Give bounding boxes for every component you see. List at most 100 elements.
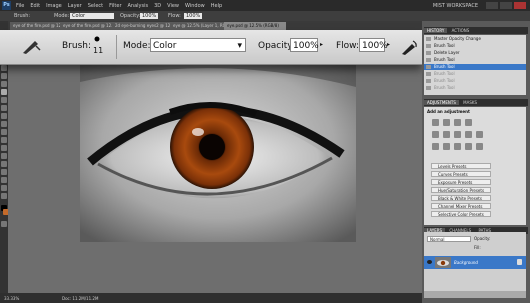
layer-name: Background — [454, 260, 478, 265]
exposure-icon[interactable] — [465, 119, 472, 126]
brightness-contrast-icon[interactable] — [432, 119, 439, 126]
photo-filter-icon[interactable] — [476, 131, 483, 138]
blur-tool-icon[interactable] — [1, 129, 7, 135]
options-opacity-field[interactable]: 100% — [140, 13, 159, 19]
type-tool-icon[interactable] — [1, 153, 7, 159]
black-white-icon[interactable] — [465, 131, 472, 138]
history-brush-tool-icon[interactable] — [1, 105, 7, 111]
history-item[interactable]: Brush Tool — [424, 71, 526, 77]
pen-tool-icon[interactable] — [1, 145, 7, 151]
selective-color-icon[interactable] — [476, 143, 483, 150]
vibrance-icon[interactable] — [432, 131, 439, 138]
history-item-active[interactable]: Brush Tool — [424, 64, 526, 70]
preset-black-white[interactable]: Black & White Presets — [431, 195, 491, 201]
gradient-tool-icon[interactable] — [1, 121, 7, 127]
gradient-map-icon[interactable] — [465, 143, 472, 150]
menu-help[interactable]: Help — [211, 3, 222, 9]
preset-selective-color[interactable]: Selective Color Presets — [431, 211, 491, 217]
hand-tool-icon[interactable] — [1, 185, 7, 191]
tab-history[interactable]: HISTORY — [424, 28, 448, 33]
brush-size-value[interactable]: 11 — [93, 46, 103, 55]
maximize-button[interactable] — [500, 2, 512, 9]
options-opacity-label: Opacity: — [120, 13, 141, 19]
threshold-icon[interactable] — [454, 143, 461, 150]
menu-layer[interactable]: Layer — [68, 3, 82, 9]
history-panel: Master Opacity Change Brush Tool Delete … — [424, 35, 526, 95]
tab-document-1[interactable]: eye of the fire.psd @ 12.5% (RGB/8) — [10, 22, 64, 30]
airbrush-icon[interactable] — [400, 38, 418, 56]
tab-actions[interactable]: ACTIONS — [449, 28, 473, 33]
path-select-tool-icon[interactable] — [1, 161, 7, 167]
menu-analysis[interactable]: Analysis — [128, 3, 149, 9]
history-item[interactable]: Brush Tool — [424, 78, 526, 84]
menu-view[interactable]: View — [167, 3, 179, 9]
menu-3d[interactable]: 3D — [154, 3, 161, 9]
opacity-dropdown-icon[interactable]: ▸ — [320, 41, 323, 48]
history-step-icon — [426, 65, 431, 69]
menu-select[interactable]: Select — [88, 3, 103, 9]
preset-channel-mixer[interactable]: Channel Mixer Presets — [431, 203, 491, 209]
brush-tool-icon[interactable] — [1, 89, 7, 95]
layer-thumbnail — [435, 257, 451, 268]
tab-document-5[interactable]: eye.psd @ 12.5% (RGB/8) — [224, 22, 286, 30]
3d-rotate-tool-icon[interactable] — [1, 177, 7, 183]
tab-masks[interactable]: MASKS — [460, 100, 480, 105]
brush-tip-icon[interactable] — [94, 36, 100, 42]
mode-select[interactable]: Color ▾ — [150, 38, 246, 52]
eyedropper-tool-icon[interactable] — [1, 73, 7, 79]
dodge-tool-icon[interactable] — [1, 137, 7, 143]
history-item[interactable]: Brush Tool — [424, 43, 526, 49]
tab-adjustments[interactable]: ADJUSTMENTS — [424, 100, 459, 105]
brush-preset-icon[interactable] — [20, 38, 42, 56]
curves-icon[interactable] — [454, 119, 461, 126]
tab-document-2[interactable]: eye of the fire.psd @ 12.5% (RGB/8) — [60, 22, 116, 30]
history-step-icon — [426, 86, 431, 90]
flow-value: 100% — [362, 41, 388, 51]
menu-bar: Ps File Edit Image Layer Select Filter A… — [0, 0, 530, 11]
canvas-image[interactable] — [80, 62, 356, 242]
menu-image[interactable]: Image — [46, 3, 62, 9]
posterize-icon[interactable] — [443, 143, 450, 150]
minimize-button[interactable] — [486, 2, 498, 9]
healing-tool-icon[interactable] — [1, 81, 7, 87]
layer-fill-label: Fill: — [474, 245, 481, 250]
tab-document-4[interactable]: eye @ 12.5% (Layer 1, RGB/8) — [170, 22, 228, 30]
history-item[interactable]: Brush Tool — [424, 57, 526, 63]
preset-hue-saturation[interactable]: Hue/Saturation Presets — [431, 187, 491, 193]
zoom-tool-icon[interactable] — [1, 193, 7, 199]
eraser-tool-icon[interactable] — [1, 113, 7, 119]
quick-mask-icon[interactable] — [1, 221, 7, 227]
shape-tool-icon[interactable] — [1, 169, 7, 175]
levels-icon[interactable] — [443, 119, 450, 126]
flow-dropdown-icon[interactable]: ▸ — [387, 41, 390, 48]
zoom-level[interactable]: 33.33% — [4, 296, 19, 301]
menu-filter[interactable]: Filter — [109, 3, 121, 9]
menu-window[interactable]: Window — [185, 3, 205, 9]
options-flow-field[interactable]: 100% — [184, 13, 203, 19]
history-step-icon — [426, 79, 431, 83]
color-balance-icon[interactable] — [454, 131, 461, 138]
menu-edit[interactable]: Edit — [30, 3, 40, 9]
blend-mode-select[interactable]: Normal — [427, 236, 471, 242]
tab-document-3[interactable]: 2d eye-burning eyes2 @ 12.5% (RGB/8) — [112, 22, 174, 30]
preset-exposure[interactable]: Exposure Presets — [431, 179, 491, 185]
visibility-eye-icon[interactable] — [427, 260, 432, 264]
close-button[interactable] — [514, 2, 526, 9]
workspace-switcher[interactable]: MIST WORKSPACE — [433, 3, 478, 9]
preset-curves[interactable]: Curves Presets — [431, 171, 491, 177]
app-logo: Ps — [2, 1, 11, 10]
crop-tool-icon[interactable] — [1, 65, 7, 71]
opacity-field[interactable]: 100% — [290, 38, 319, 52]
hue-saturation-icon[interactable] — [443, 131, 450, 138]
flow-field[interactable]: 100% — [359, 38, 388, 52]
options-mode-select[interactable]: Color — [70, 13, 114, 19]
menu-file[interactable]: File — [16, 3, 24, 9]
invert-icon[interactable] — [432, 143, 439, 150]
history-item[interactable]: Delete Layer — [424, 50, 526, 56]
preset-levels[interactable]: Levels Presets — [431, 163, 491, 169]
layer-row-background[interactable]: Background — [424, 256, 526, 269]
clone-stamp-tool-icon[interactable] — [1, 97, 7, 103]
history-item[interactable]: Brush Tool — [424, 85, 526, 91]
history-item[interactable]: Master Opacity Change — [424, 36, 526, 42]
adjustments-panel-tabs: ADJUSTMENTS MASKS — [424, 99, 528, 106]
